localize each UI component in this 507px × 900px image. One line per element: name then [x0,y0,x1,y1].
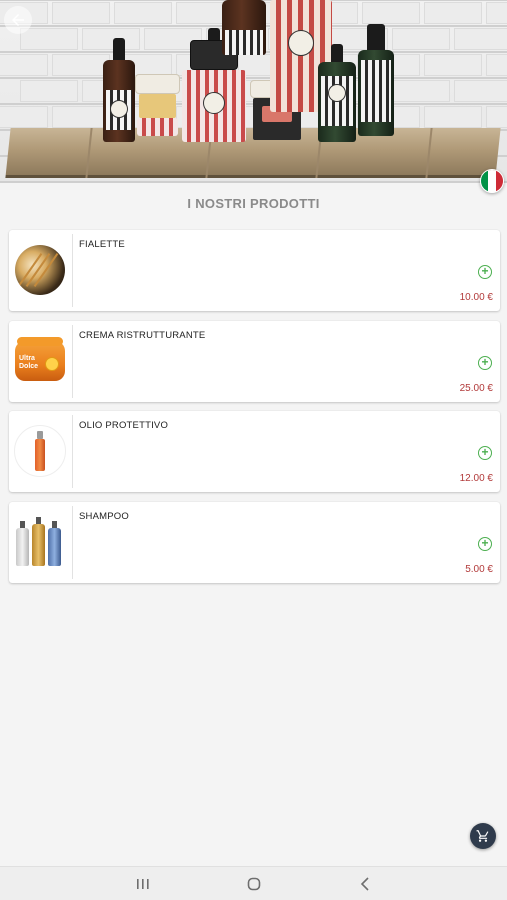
cream-jar-image: Ultra Dolce [13,331,67,391]
banner-pump-bottle [182,28,246,142]
product-price: 5.00 € [465,563,493,575]
product-card-shampoo[interactable]: SHAMPOO + 5.00 € [9,501,500,583]
italy-flag-icon[interactable] [480,169,504,193]
banner-tall-bottle [222,0,266,55]
plus-circle-icon[interactable]: + [478,265,492,279]
back-arrow-icon[interactable] [4,6,32,34]
banner-cream-jar [135,74,180,136]
product-card-olio[interactable]: OLIO PROTETTIVO + 12.00 € [9,411,500,492]
plus-circle-icon[interactable]: + [478,355,492,370]
product-name: FIALETTE [79,239,125,250]
banner-green-bottle-1 [318,44,356,142]
product-price: 25.00 € [459,382,493,394]
card-divider [72,415,73,488]
product-card-fialette[interactable]: FIALETTE + 10.00 € [9,230,500,311]
card-divider [72,505,73,579]
section-title: I NOSTRI PRODOTTI [187,196,320,211]
home-icon[interactable] [244,875,264,893]
product-price: 10.00 € [459,292,493,303]
system-nav-bar [0,866,507,900]
product-price: 12.00 € [459,473,493,484]
product-name: CREMA RISTRUTTURANTE [79,329,206,341]
nav-back-icon[interactable] [355,875,375,893]
card-divider [72,324,73,398]
plus-circle-icon[interactable]: + [478,536,492,551]
hair-vials-image [13,240,67,300]
product-name: OLIO PROTETTIVO [79,420,169,431]
cart-button[interactable] [470,823,496,849]
product-list: FIALETTE + 10.00 € Ultra Dolce CREMA RIS… [9,230,500,592]
card-divider [72,234,73,307]
plus-circle-icon[interactable]: + [478,446,492,460]
shampoo-bottles-image [13,512,67,572]
cart-icon [476,830,489,842]
jar-brand-text: Ultra Dolce [19,354,39,370]
product-name: SHAMPOO [79,510,129,522]
hero-banner [0,0,507,183]
product-card-crema[interactable]: Ultra Dolce CREMA RISTRUTTURANTE + 25.00… [9,320,500,402]
recents-icon[interactable] [133,875,153,893]
banner-green-bottle-2 [358,24,394,136]
banner-serum-bottle [103,38,135,142]
oil-spray-image [13,421,67,481]
